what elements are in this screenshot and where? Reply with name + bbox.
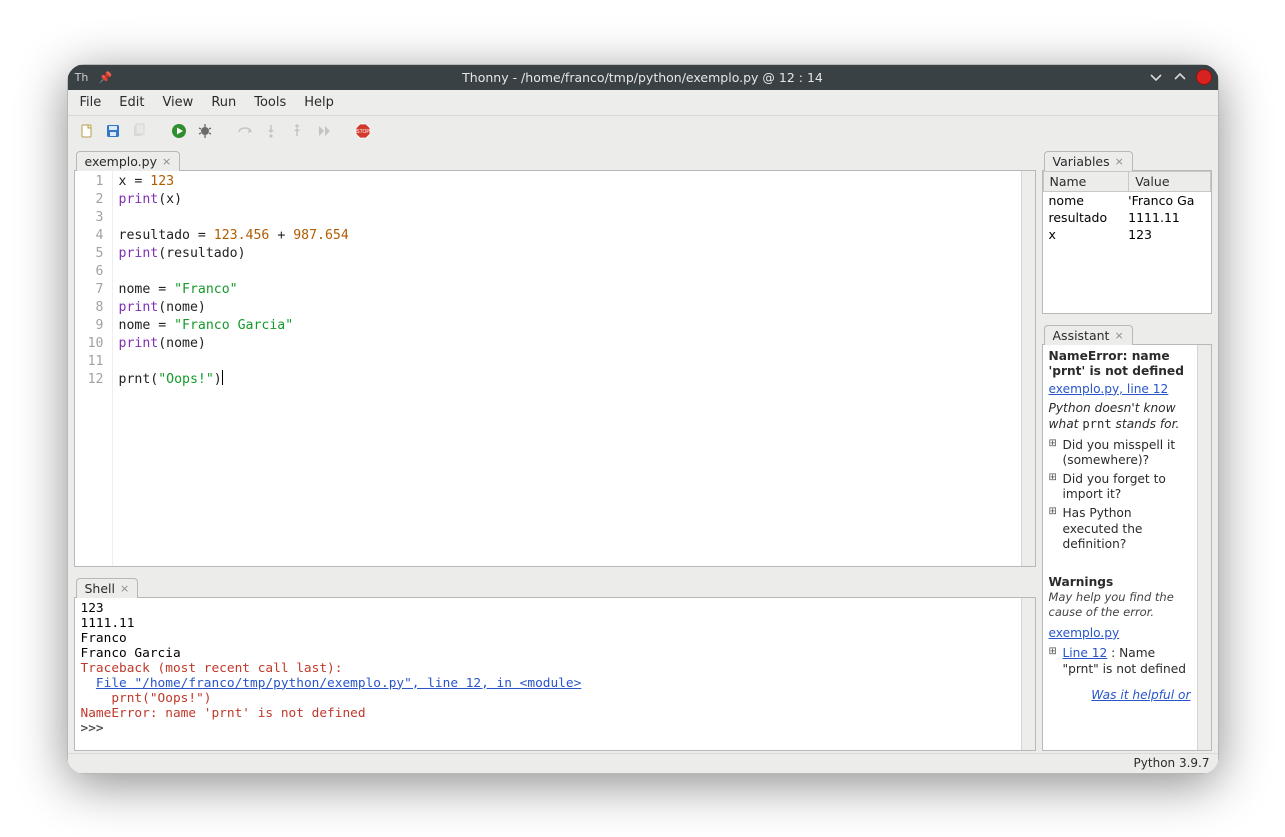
pin-icon[interactable]: 📌 <box>98 69 114 85</box>
traceback-link[interactable]: File "/home/franco/tmp/python/exemplo.py… <box>96 676 581 691</box>
editor-scrollbar[interactable] <box>1021 171 1035 566</box>
code-editor[interactable]: 123456789101112 x = 123print(x) resultad… <box>75 171 1021 566</box>
assistant-scrollbar[interactable] <box>1197 345 1211 750</box>
assistant-suggestion[interactable]: Has Python executed the definition? <box>1049 506 1191 553</box>
variables-table: Name Value <box>1043 171 1211 192</box>
shell-scrollbar[interactable] <box>1021 598 1035 750</box>
close-tab-icon[interactable]: × <box>120 582 129 595</box>
python-version[interactable]: Python 3.9.7 <box>1134 756 1210 770</box>
debug-button[interactable] <box>194 120 216 142</box>
shell-prompt[interactable]: >>> <box>81 721 1015 736</box>
titlebar: Th 📌 Thonny - /home/franco/tmp/python/ex… <box>68 65 1218 90</box>
variables-tab[interactable]: Variables × <box>1044 151 1133 171</box>
app-window: Th 📌 Thonny - /home/franco/tmp/python/ex… <box>67 64 1219 774</box>
step-into-button[interactable] <box>260 120 282 142</box>
close-button[interactable] <box>1196 69 1212 85</box>
menu-run[interactable]: Run <box>203 92 244 113</box>
statusbar: Python 3.9.7 <box>68 753 1218 773</box>
assistant-helpful-link[interactable]: Was it helpful or <box>1091 688 1190 702</box>
shell-output[interactable]: 1231111.11FrancoFranco GarciaTraceback (… <box>75 598 1021 750</box>
assistant-tab[interactable]: Assistant × <box>1044 325 1133 345</box>
table-row[interactable]: nome'Franco Ga <box>1043 192 1211 209</box>
svg-text:STOP: STOP <box>356 129 370 135</box>
warning-line-link[interactable]: Line 12 <box>1063 646 1108 660</box>
assistant-warning-item[interactable]: Line 12 : Name "prnt" is not defined <box>1049 646 1191 677</box>
close-tab-icon[interactable]: × <box>162 155 171 168</box>
stop-button[interactable]: STOP <box>352 120 374 142</box>
menu-view[interactable]: View <box>154 92 201 113</box>
assistant-suggestion[interactable]: Did you misspell it (somewhere)? <box>1049 438 1191 469</box>
app-menu-icon[interactable]: Th <box>74 69 90 85</box>
assistant-warnings-title: Warnings <box>1049 575 1191 591</box>
window-title: Thonny - /home/franco/tmp/python/exemplo… <box>194 70 1092 85</box>
toolbar: STOP <box>68 116 1218 146</box>
minimize-button[interactable] <box>1148 69 1164 85</box>
resume-button[interactable] <box>312 120 334 142</box>
table-row[interactable]: resultado1111.11 <box>1043 209 1211 226</box>
assistant-warnings-file[interactable]: exemplo.py <box>1049 626 1120 640</box>
assistant-error-link[interactable]: exemplo.py, line 12 <box>1049 382 1169 396</box>
editor-tabs: exemplo.py × <box>74 146 1036 170</box>
assistant-suggestion[interactable]: Did you forget to import it? <box>1049 472 1191 503</box>
run-button[interactable] <box>168 120 190 142</box>
maximize-button[interactable] <box>1172 69 1188 85</box>
menubar: FileEditViewRunToolsHelp <box>68 90 1218 116</box>
step-out-button[interactable] <box>286 120 308 142</box>
editor-tab-label: exemplo.py <box>85 154 158 169</box>
assistant-warnings-subtitle: May help you find the cause of the error… <box>1049 590 1191 619</box>
assistant-error-title: NameError: name 'prnt' is not defined <box>1049 349 1191 380</box>
variables-tab-label: Variables <box>1053 154 1110 169</box>
shell-tabs: Shell × <box>74 573 1036 597</box>
menu-help[interactable]: Help <box>296 92 342 113</box>
shell-tab-label: Shell <box>85 581 116 596</box>
step-over-button[interactable] <box>234 120 256 142</box>
new-file-button[interactable] <box>76 120 98 142</box>
save-button[interactable] <box>102 120 124 142</box>
variables-col-name[interactable]: Name <box>1043 171 1129 191</box>
menu-edit[interactable]: Edit <box>111 92 152 113</box>
copy-button[interactable] <box>128 120 150 142</box>
assistant-hint: Python doesn't know what prnt stands for… <box>1049 401 1191 432</box>
shell-tab[interactable]: Shell × <box>76 578 139 598</box>
menu-file[interactable]: File <box>72 92 110 113</box>
assistant-tab-label: Assistant <box>1053 328 1110 343</box>
assistant-tabs: Assistant × <box>1042 320 1212 344</box>
table-row[interactable]: x123 <box>1043 226 1211 243</box>
close-tab-icon[interactable]: × <box>1114 329 1123 342</box>
assistant-panel: NameError: name 'prnt' is not defined ex… <box>1043 345 1197 750</box>
close-tab-icon[interactable]: × <box>1115 155 1124 168</box>
editor-tab[interactable]: exemplo.py × <box>76 151 181 171</box>
variables-col-value[interactable]: Value <box>1129 171 1210 191</box>
menu-tools[interactable]: Tools <box>246 92 294 113</box>
variables-tabs: Variables × <box>1042 146 1212 170</box>
